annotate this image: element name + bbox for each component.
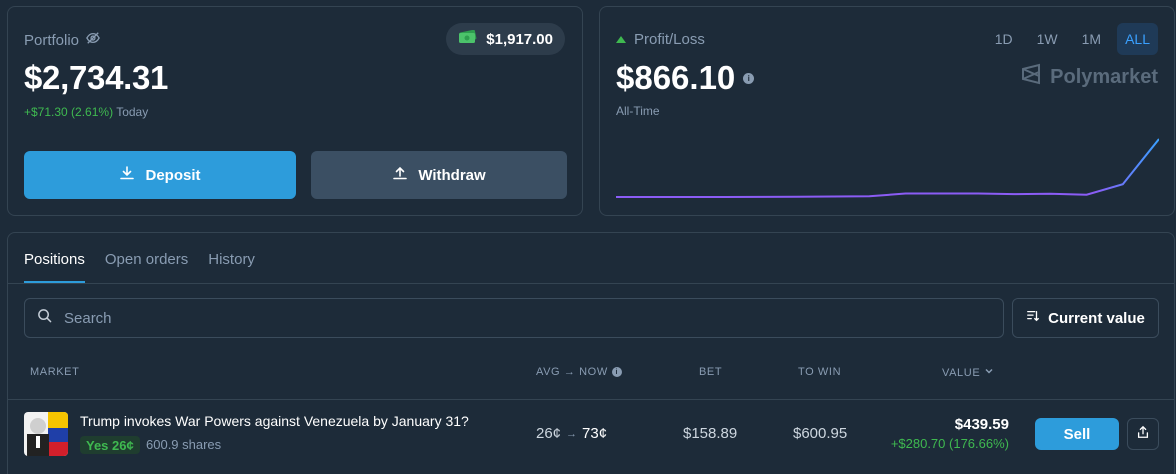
range-1d[interactable]: 1D <box>987 23 1021 55</box>
positions-tabs: Positions Open orders History <box>24 251 255 283</box>
tab-positions[interactable]: Positions <box>24 251 85 283</box>
withdraw-label: Withdraw <box>418 166 486 184</box>
tab-open-orders[interactable]: Open orders <box>105 251 188 283</box>
shares-count: 600.9 shares <box>146 437 222 452</box>
pnl-period: All-Time <box>616 104 660 118</box>
pnl-value-text: $866.10 <box>616 59 736 96</box>
eye-off-icon[interactable] <box>86 31 100 49</box>
portfolio-change: +$71.30 (2.61%) Today <box>24 105 148 119</box>
avg-price: 26¢ <box>536 425 562 442</box>
pnl-card: Profit/Loss $866.10 i All-Time 1D 1W 1M ALL… <box>599 6 1175 216</box>
search-icon <box>37 308 52 328</box>
info-icon[interactable]: i <box>743 72 755 84</box>
polymarket-logo: Polymarket <box>1020 63 1158 91</box>
share-button[interactable] <box>1127 418 1159 450</box>
portfolio-change-period: Today <box>116 105 149 119</box>
market-title[interactable]: Trump invokes War Powers against Venezue… <box>80 413 469 429</box>
deposit-label: Deposit <box>145 166 201 184</box>
withdraw-button[interactable]: Withdraw <box>311 151 567 199</box>
column-header-bet-text: BET <box>699 366 723 378</box>
pnl-chart <box>616 138 1159 198</box>
range-1w[interactable]: 1W <box>1029 23 1066 55</box>
cash-icon <box>458 29 478 48</box>
outcome-badge: Yes 26¢ <box>80 436 140 454</box>
portfolio-label-text: Portfolio <box>24 31 80 49</box>
time-range-selector: 1D 1W 1M ALL <box>987 23 1158 55</box>
column-header-value-text: VALUE <box>942 366 981 379</box>
arrow-right-icon: → <box>566 427 578 440</box>
chevron-down-icon <box>984 366 994 379</box>
upload-icon <box>392 165 408 185</box>
sell-button[interactable]: Sell <box>1035 418 1119 450</box>
search-box[interactable] <box>24 298 1004 338</box>
sort-icon <box>1026 309 1040 327</box>
column-header-market: MARKET <box>30 366 79 378</box>
pnl-value: $866.10 i <box>616 59 755 97</box>
column-header-value[interactable]: VALUE <box>942 366 994 379</box>
pnl-label: Profit/Loss <box>616 31 705 48</box>
tabs-divider <box>8 283 1174 284</box>
pnl-line <box>616 138 1159 198</box>
tab-history[interactable]: History <box>208 251 255 283</box>
position-value: $439.59 <box>954 416 1009 433</box>
sort-button[interactable]: Current value <box>1012 298 1159 338</box>
positions-card: Positions Open orders History Current valu… <box>7 232 1175 474</box>
column-header-to-win[interactable]: TO WIN <box>798 366 841 378</box>
pnl-label-text: Profit/Loss <box>634 31 705 48</box>
column-header-bet[interactable]: BET <box>699 366 722 378</box>
cash-balance: $1,917.00 <box>486 30 553 48</box>
cash-balance-pill[interactable]: $1,917.00 <box>446 23 565 55</box>
column-header-market-text: MARKET <box>30 366 80 378</box>
trend-up-icon <box>616 36 626 43</box>
portfolio-change-amount: +$71.30 (2.61%) <box>24 105 114 119</box>
portfolio-card: Portfolio $2,734.31 +$71.30 (2.61%) Toda… <box>7 6 583 216</box>
portfolio-label: Portfolio <box>24 31 100 49</box>
current-price: 73¢ <box>582 425 608 442</box>
column-header-avg-now[interactable]: AVG → NOW i <box>536 366 622 378</box>
sort-label: Current value <box>1048 309 1145 327</box>
polymarket-icon <box>1020 63 1042 91</box>
range-all[interactable]: ALL <box>1117 23 1158 55</box>
share-icon <box>1136 425 1150 444</box>
market-thumbnail <box>24 412 68 456</box>
range-1m[interactable]: 1M <box>1074 23 1109 55</box>
portfolio-value: $2,734.31 <box>24 59 169 96</box>
column-header-to-win-text: TO WIN <box>798 366 842 378</box>
column-header-avg-now-text: AVG → NOW <box>536 366 608 378</box>
table-row[interactable]: Trump invokes War Powers against Venezue… <box>8 400 1174 468</box>
position-value-change: +$280.70 (176.66%) <box>890 436 1009 451</box>
bet-cell: $158.89 <box>683 425 738 442</box>
download-icon <box>119 165 135 185</box>
brand-name: Polymarket <box>1050 65 1158 88</box>
info-icon[interactable]: i <box>611 367 622 377</box>
avg-now-cell: 26¢ → 73¢ <box>536 425 607 442</box>
to-win-cell: $600.95 <box>793 425 848 442</box>
deposit-button[interactable]: Deposit <box>24 151 296 199</box>
search-input[interactable] <box>64 309 964 327</box>
